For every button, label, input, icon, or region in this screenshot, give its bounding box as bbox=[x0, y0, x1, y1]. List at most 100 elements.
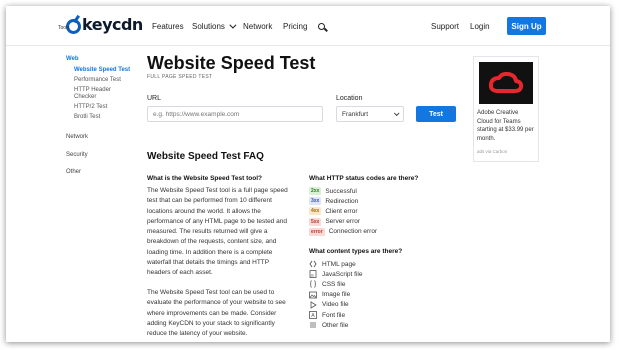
faq-answer-tool: The Website Speed Test tool is a full pa… bbox=[147, 186, 288, 279]
content-type-label: Other file bbox=[322, 321, 349, 329]
nav-solutions-label: Solutions bbox=[192, 21, 225, 31]
text-line: month. bbox=[477, 135, 496, 142]
faq-question-status-codes: What HTTP status codes are there? bbox=[309, 175, 419, 182]
content-type-row: JS JavaScript file bbox=[309, 269, 362, 279]
nav-pricing[interactable]: Pricing bbox=[283, 6, 307, 46]
status-label: Server error bbox=[325, 218, 361, 226]
url-label: URL bbox=[147, 95, 162, 102]
status-code-list: 2xx Successful 3xx Redirection 4xx Client err… bbox=[309, 186, 377, 237]
status-label: Successful bbox=[325, 187, 357, 195]
nav-network[interactable]: Network bbox=[243, 6, 272, 46]
text-line: performance of any HTML page to be teste… bbox=[147, 217, 287, 225]
sidebar-item-http-header-checker[interactable]: HTTP Header Checker bbox=[74, 87, 111, 101]
text-line: where improvements can be made. Consider bbox=[147, 309, 277, 317]
content-type-row: Other file bbox=[309, 320, 362, 330]
text-line: Cloud for Teams bbox=[477, 118, 521, 125]
content-type-list: HTML page JS JavaScript file CSS file Image … bbox=[309, 259, 362, 330]
status-badge: 5xx bbox=[309, 217, 322, 226]
sidebar-section-web[interactable]: Web bbox=[66, 56, 79, 62]
sidebar-section-other[interactable]: Other bbox=[66, 169, 81, 175]
content-type-label: CSS file bbox=[322, 280, 346, 288]
play-icon bbox=[309, 301, 317, 309]
keycdn-logo[interactable]: keycdn bbox=[66, 16, 143, 34]
carbon-ad[interactable]: Adobe Creative Cloud for Teams starting at… bbox=[473, 56, 539, 162]
status-label: Connection error bbox=[328, 228, 378, 236]
sidebar-item-http2-test[interactable]: HTTP/2 Test bbox=[74, 104, 107, 111]
faq-heading: Website Speed Test FAQ bbox=[147, 151, 264, 162]
test-button[interactable]: Test bbox=[416, 106, 456, 122]
search-button[interactable] bbox=[318, 6, 325, 46]
content-type-row: CSS file bbox=[309, 279, 362, 289]
text-line: locations around the world. It allows th… bbox=[147, 207, 261, 215]
creative-cloud-icon bbox=[488, 71, 524, 93]
faq-answer-usage: The Website Speed Test tool can be used … bbox=[147, 288, 286, 339]
text-line: measured. The results returned will give… bbox=[147, 228, 268, 236]
content-type-row: A Font file bbox=[309, 310, 362, 320]
page-title: Website Speed Test bbox=[147, 53, 316, 73]
braces-icon bbox=[309, 280, 317, 289]
ad-text: Adobe Creative Cloud for Teams starting at… bbox=[477, 109, 537, 143]
signup-button[interactable]: Sign Up bbox=[507, 17, 546, 35]
text-line: loading time. In addition there is a com… bbox=[147, 248, 273, 256]
text-line: reduce the latency of your website. bbox=[147, 330, 248, 338]
location-label: Location bbox=[336, 95, 363, 102]
nav-features-label: Features bbox=[152, 21, 184, 31]
nav-support-label: Support bbox=[431, 21, 460, 31]
text-line: test that can be performed from 10 diffe… bbox=[147, 197, 272, 205]
sidebar-item-website-speed-test[interactable]: Website Speed Test bbox=[74, 67, 130, 74]
sidebar-section-network[interactable]: Network bbox=[66, 134, 88, 140]
text-line: evaluate the performance of your website… bbox=[147, 299, 286, 307]
faq-question-content-types: What content types are there? bbox=[309, 248, 403, 255]
sidebar-item-brotli-test[interactable]: Brotli Test bbox=[74, 114, 100, 121]
nav-pricing-label: Pricing bbox=[283, 21, 308, 31]
nav-solutions[interactable]: Solutions bbox=[192, 6, 237, 46]
url-input[interactable] bbox=[147, 106, 323, 122]
status-badge: 4xx bbox=[309, 207, 322, 216]
status-code-row: 4xx Client error bbox=[309, 206, 377, 216]
text-line: headers of each asset. bbox=[147, 269, 213, 277]
ad-attribution: ads via Carbon bbox=[477, 149, 508, 154]
status-label: Redirection bbox=[325, 197, 359, 205]
nav-features[interactable]: Features bbox=[152, 6, 184, 46]
content-type-row: HTML page bbox=[309, 259, 362, 269]
status-code-row: 3xx Redirection bbox=[309, 196, 377, 206]
status-badge: error bbox=[309, 227, 325, 236]
location-select[interactable]: Frankfurt bbox=[336, 106, 404, 122]
faq-question-tool: What is the Website Speed Test tool? bbox=[147, 175, 262, 182]
logo-subtitle: Tools bbox=[58, 25, 70, 31]
nav-network-label: Network bbox=[243, 21, 273, 31]
sidebar-item-label: Checker bbox=[74, 94, 97, 100]
status-code-row: error Connection error bbox=[309, 227, 377, 237]
chevron-down-icon bbox=[229, 21, 237, 29]
status-label: Client error bbox=[325, 207, 358, 215]
text-line: The Website Speed Test tool can be used … bbox=[147, 289, 275, 296]
status-code-row: 5xx Server error bbox=[309, 217, 377, 227]
sidebar-section-security[interactable]: Security bbox=[66, 152, 88, 158]
chevron-down-icon bbox=[393, 110, 400, 117]
page-subtitle: FULL PAGE SPEED TEST bbox=[147, 74, 213, 80]
content-type-label: Video file bbox=[322, 301, 349, 309]
status-badge: 3xx bbox=[309, 197, 322, 206]
content-type-label: JavaScript file bbox=[322, 270, 363, 278]
logo-text: keycdn bbox=[82, 15, 143, 34]
browser-frame: keycdn Tools Features Solutions Network … bbox=[6, 6, 610, 342]
status-badge: 2xx bbox=[309, 187, 322, 196]
svg-text:JS: JS bbox=[310, 274, 315, 278]
nav-login[interactable]: Login bbox=[470, 6, 490, 46]
content-type-label: HTML page bbox=[322, 260, 356, 268]
js-file-icon: JS bbox=[309, 270, 317, 279]
text-line: breakdown of the requests, content size,… bbox=[147, 238, 277, 246]
lines-icon bbox=[309, 321, 317, 329]
location-value: Frankfurt bbox=[342, 110, 369, 118]
top-navbar: keycdn Tools Features Solutions Network … bbox=[6, 6, 610, 46]
image-icon bbox=[309, 291, 317, 299]
sidebar-item-label: HTTP Header bbox=[74, 87, 111, 93]
text-line: Adobe Creative bbox=[477, 110, 519, 116]
nav-support[interactable]: Support bbox=[431, 6, 459, 46]
status-code-row: 2xx Successful bbox=[309, 186, 377, 196]
content-type-label: Image file bbox=[322, 291, 351, 299]
text-line: waterfall that details the timings and H… bbox=[147, 259, 270, 267]
sidebar-item-performance-test[interactable]: Performance Test bbox=[74, 77, 121, 84]
content-type-row: Video file bbox=[309, 300, 362, 310]
text-line: The Website Speed Test tool is a full pa… bbox=[147, 187, 288, 194]
